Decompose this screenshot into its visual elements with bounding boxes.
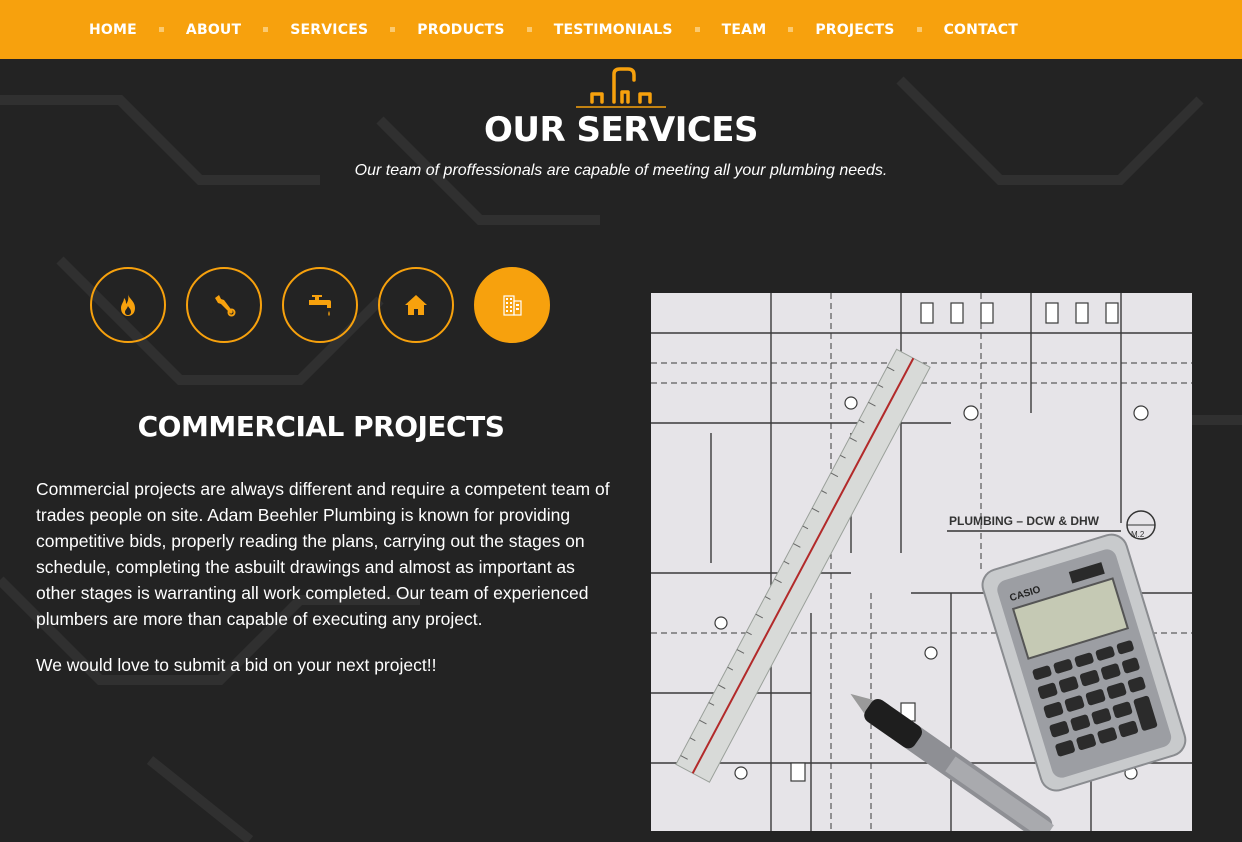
faucet-icon	[309, 295, 331, 316]
tab-repairs[interactable]	[186, 267, 262, 343]
nav-separator	[158, 27, 164, 32]
flame-icon	[121, 294, 135, 316]
content-body: Commercial projects are always different…	[36, 476, 611, 678]
nav-products[interactable]: PRODUCTS	[417, 22, 504, 38]
drawing-ref: M.2	[1131, 530, 1145, 539]
blueprint-photo: PLUMBING – DCW & DHW M.2 CASIO	[651, 293, 1192, 831]
nav-contact[interactable]: CONTACT	[944, 22, 1018, 38]
blueprint-image: PLUMBING – DCW & DHW M.2 CASIO	[651, 293, 1192, 831]
wrench-icon	[215, 295, 236, 317]
content-paragraph: Commercial projects are always different…	[36, 479, 610, 629]
nav-separator	[390, 27, 396, 32]
nav-about[interactable]: ABOUT	[186, 22, 241, 38]
nav-services[interactable]: SERVICES	[290, 22, 368, 38]
main-nav: HOME ABOUT SERVICES PRODUCTS TESTIMONIAL…	[0, 0, 1242, 59]
section-subtitle: Our team of proffessionals are capable o…	[354, 162, 888, 179]
nav-separator	[694, 27, 700, 32]
tab-heating[interactable]	[90, 267, 166, 343]
drawing-title: PLUMBING – DCW & DHW	[949, 514, 1100, 528]
section-title: OUR SERVICES	[483, 110, 759, 150]
nav-projects[interactable]: PROJECTS	[815, 22, 894, 38]
nav-team[interactable]: TEAM	[722, 22, 767, 38]
tab-residential[interactable]	[378, 267, 454, 343]
tab-commercial[interactable]	[474, 267, 550, 343]
content-title: COMMERCIAL PROJECTS	[137, 410, 505, 443]
building-icon	[503, 295, 522, 316]
nav-separator	[263, 27, 269, 32]
nav-separator	[526, 27, 532, 32]
tab-fixtures[interactable]	[282, 267, 358, 343]
house-icon	[405, 295, 427, 315]
nav-home[interactable]: HOME	[89, 22, 137, 38]
nav-separator	[788, 27, 794, 32]
faucet-icon	[576, 67, 666, 108]
content-paragraph: We would love to submit a bid on your ne…	[36, 655, 437, 675]
nav-testimonials[interactable]: TESTIMONIALS	[554, 22, 673, 38]
service-tabs	[90, 267, 550, 343]
nav-separator	[916, 27, 922, 32]
